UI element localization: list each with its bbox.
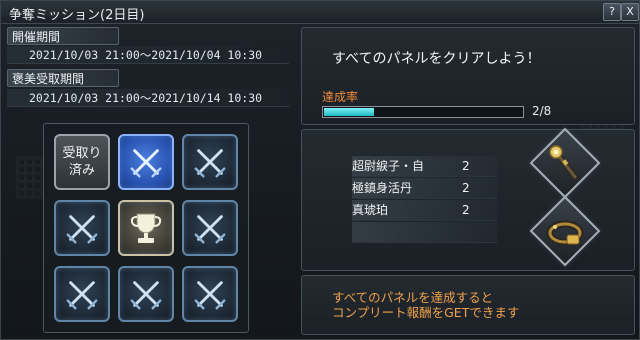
crossed-swords-icon: [130, 281, 162, 310]
reward-row-empty: [352, 222, 497, 243]
completion-note-line2: コンプリート報酬をGETできます: [332, 305, 520, 320]
reward-period-label: 褒美受取期間: [7, 69, 119, 87]
achievement-rate-label: 達成率: [322, 90, 359, 104]
reward-item-slot[interactable]: [529, 195, 601, 267]
event-period-label: 開催期間: [7, 27, 119, 45]
rewards-panel: 超尉綟子・自 2 極鎮身活丹 2 真琥珀 2: [301, 127, 635, 271]
panel-tile-6[interactable]: [182, 200, 238, 256]
progress-bar-fill: [324, 108, 374, 116]
panel-tile-5[interactable]: [118, 200, 174, 256]
reward-row: 極鎮身活丹 2: [352, 178, 497, 199]
panel-tile-9[interactable]: [182, 266, 238, 322]
reward-row: 超尉綟子・自 2: [352, 156, 497, 177]
crossed-swords-icon: [194, 281, 226, 310]
reward-qty: 2: [462, 203, 470, 217]
reward-period-value: 2021/10/03 21:00～2021/10/14 10:30: [7, 89, 289, 107]
reward-name: 超尉綟子・自: [352, 159, 425, 173]
close-button[interactable]: X: [621, 3, 639, 21]
panel-tile-1[interactable]: 受取り 済み: [54, 134, 110, 190]
reward-name: 真琥珀: [352, 203, 389, 217]
panel-tile-8[interactable]: [118, 266, 174, 322]
crossed-swords-icon: [130, 149, 162, 178]
claimed-label-line2: 済み: [68, 163, 95, 178]
completion-note: すべてのパネルを達成すると コンプリート報酬をGETできます: [332, 290, 519, 320]
staff-icon: [549, 145, 578, 180]
panel-grid: 受取り 済み: [43, 123, 249, 333]
reward-item-slot[interactable]: [529, 127, 601, 199]
completion-note-line1: すべてのパネルを達成すると: [332, 290, 494, 305]
event-period-value: 2021/10/03 21:00～2021/10/04 10:30: [7, 46, 289, 64]
progress-bar: [322, 106, 524, 118]
trophy-icon: [130, 213, 162, 243]
window-title: 争奪ミッション(2日目): [9, 8, 145, 23]
panel-tile-2[interactable]: [118, 134, 174, 190]
help-button[interactable]: ?: [603, 3, 621, 21]
reward-qty: 2: [462, 181, 470, 195]
mission-panel: すべてのパネルをクリアしよう！ 達成率 2/8: [301, 27, 635, 125]
crossed-swords-icon: [194, 149, 226, 178]
reward-qty: 2: [462, 159, 470, 173]
title-bar: 争奪ミッション(2日目) ? X: [1, 1, 639, 24]
completion-panel: すべてのパネルを達成すると コンプリート報酬をGETできます: [301, 275, 635, 335]
panel-tile-4[interactable]: [54, 200, 110, 256]
crossed-swords-icon: [66, 215, 98, 244]
panel-tile-3[interactable]: [182, 134, 238, 190]
crossed-swords-icon: [66, 281, 98, 310]
progress-count: 2/8: [532, 104, 552, 118]
panel-tile-7[interactable]: [54, 266, 110, 322]
crossed-swords-icon: [194, 215, 226, 244]
mission-window: ▦ ▦ 争奪ミッション(2日目) ? X 開催期間 2021/10/03 21:…: [0, 0, 640, 340]
mission-text: すべてのパネルをクリアしよう！: [332, 51, 541, 67]
bracelet-icon: [546, 220, 584, 246]
reward-row: 真琥珀 2: [352, 200, 497, 221]
claimed-label-line1: 受取り: [62, 146, 102, 161]
reward-name: 極鎮身活丹: [352, 181, 413, 195]
